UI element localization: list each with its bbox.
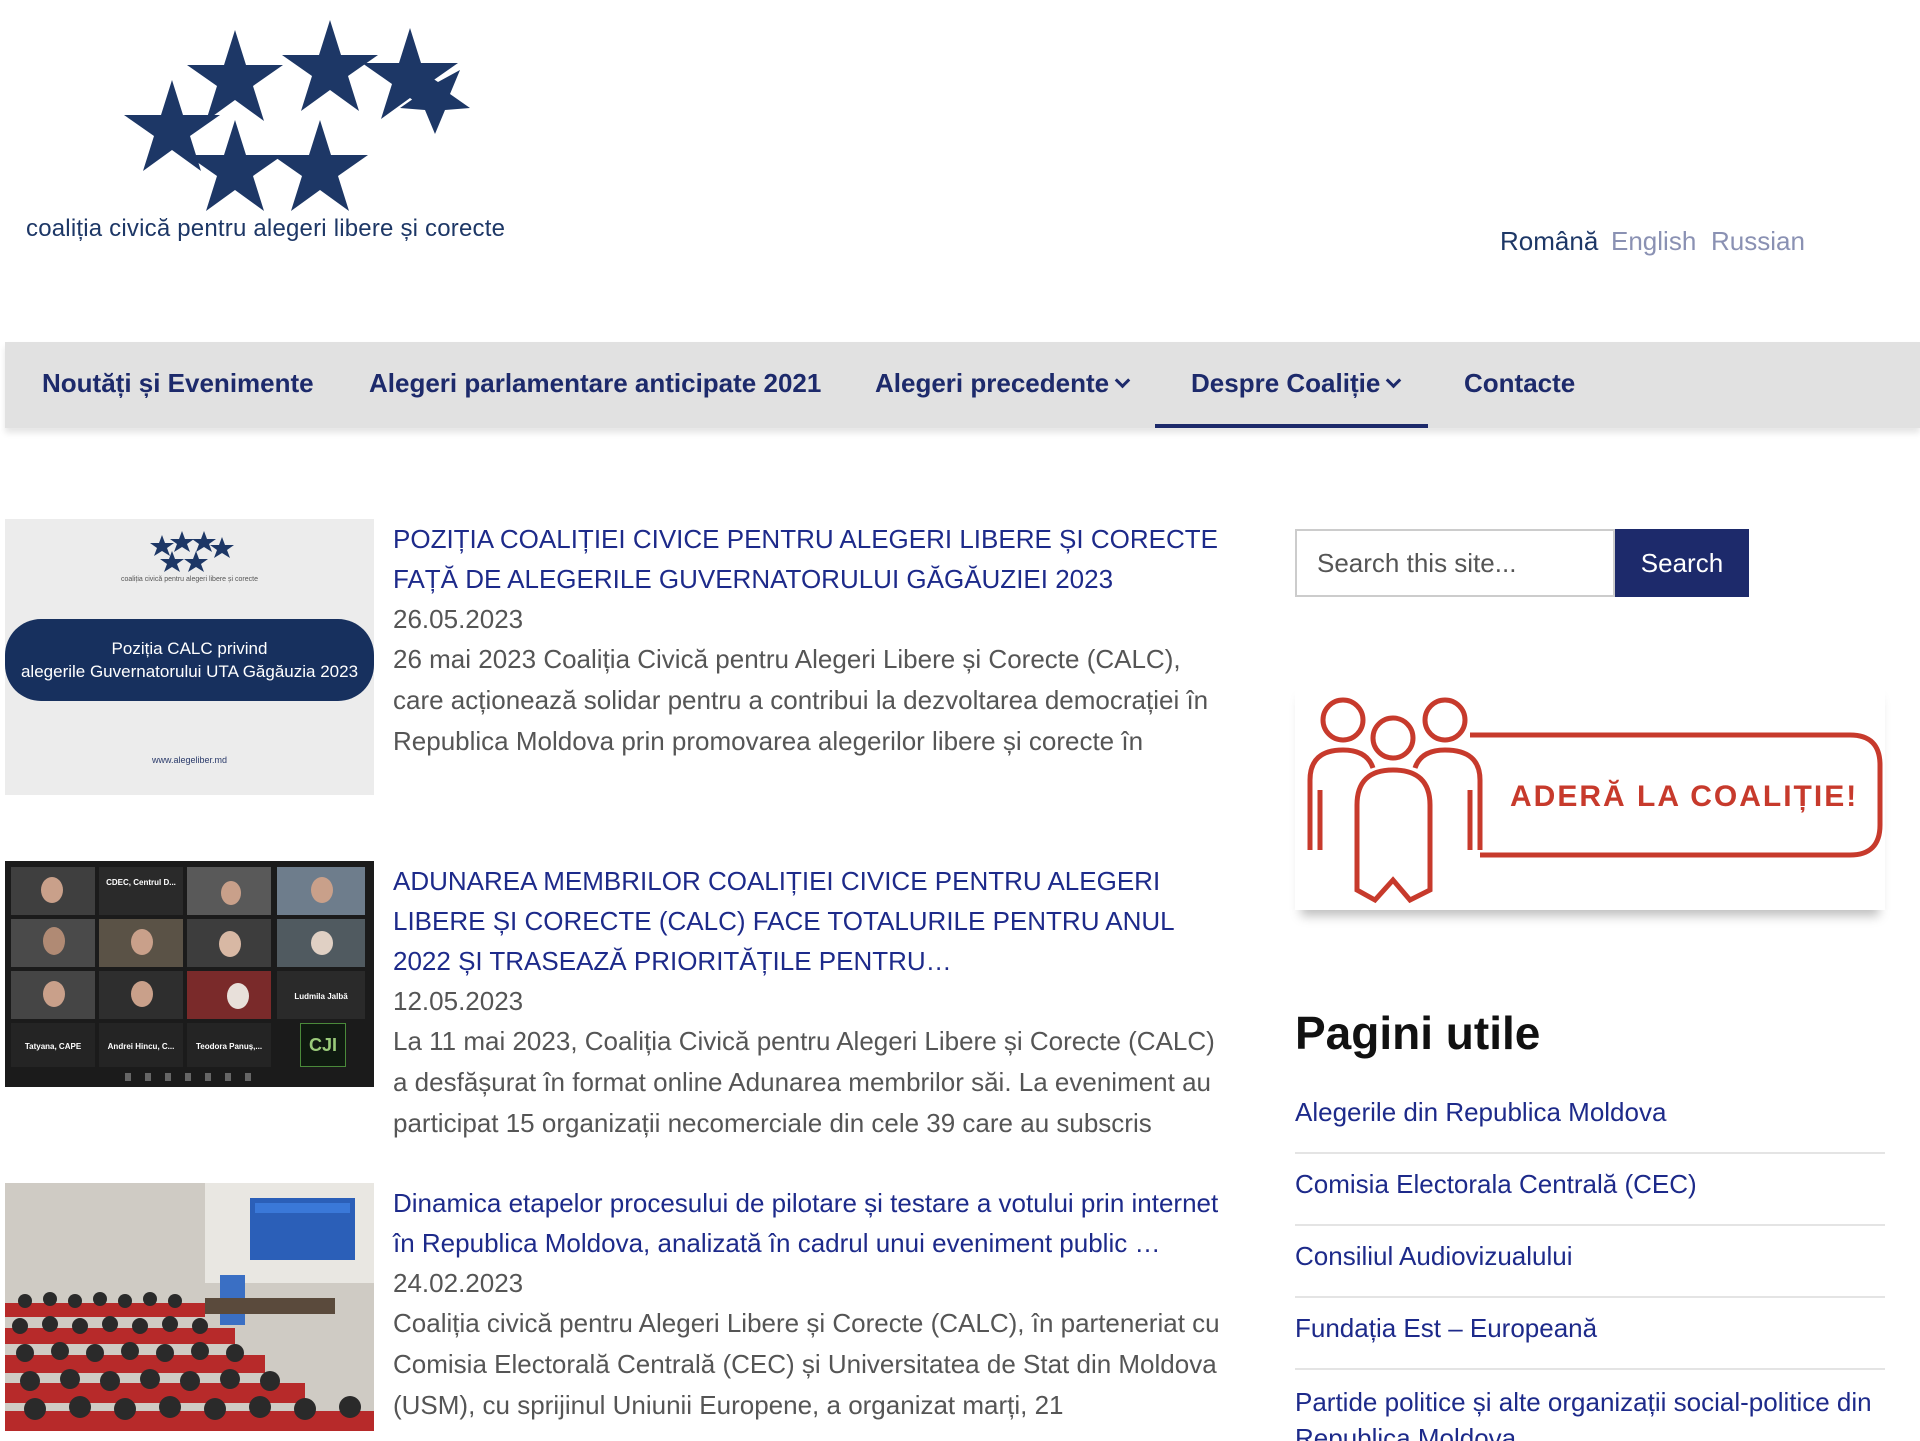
video-tile: Tatyana, CAPE — [11, 1023, 95, 1067]
chevron-down-icon — [1114, 372, 1131, 389]
thumb-url: www.alegeliber.md — [151, 755, 228, 765]
conference-hall-image — [5, 1183, 374, 1431]
article-body: Dinamica etapelor procesului de pilotare… — [393, 1183, 1233, 1426]
article-date: 12.05.2023 — [393, 986, 524, 1016]
video-tile — [277, 867, 365, 915]
nav-item-alegeri-2021[interactable]: Alegeri parlamentare anticipate 2021 — [369, 342, 821, 428]
video-tile — [99, 971, 183, 1019]
chevron-down-icon — [1386, 372, 1402, 389]
logo-tagline: coaliția civică pentru alegeri libere și… — [26, 215, 506, 242]
article-date: 24.02.2023 — [393, 1268, 524, 1298]
video-tile — [187, 919, 271, 967]
video-tile: Ludmila Jalbă — [277, 971, 365, 1019]
video-toolbar — [125, 1073, 265, 1081]
site-logo[interactable]: coaliția civică pentru alegeri libere și… — [20, 10, 560, 250]
article-excerpt: 26 mai 2023 Coaliția Civică pentru Alege… — [393, 644, 1209, 756]
video-tile — [99, 919, 183, 967]
stars-ring-logo-icon — [124, 20, 470, 211]
nav-item-noutati[interactable]: Noutăți și Evenimente — [42, 342, 314, 428]
nav-item-contacte[interactable]: Contacte — [1464, 342, 1575, 428]
useful-links-list: Alegerile din Republica Moldova Comisia … — [1295, 1082, 1885, 1441]
video-tile — [277, 919, 365, 967]
video-tile: CDEC, Centrul D... — [99, 867, 183, 915]
article-thumbnail[interactable]: coaliția civică pentru alegeri libere și… — [5, 519, 374, 795]
site-header: coaliția civică pentru alegeri libere și… — [0, 0, 1920, 340]
article-thumbnail[interactable]: CDEC, Centrul D... Ludmila Jalbă Tatyana… — [5, 861, 374, 1087]
article-body: Adunarea membrilor Coaliției Civice pent… — [393, 861, 1233, 1144]
lang-english-link[interactable]: English — [1611, 226, 1696, 257]
useful-link[interactable]: Comisia Electorala Centrală (CEC) — [1295, 1154, 1885, 1226]
article-date: 26.05.2023 — [393, 604, 524, 634]
join-coalition-banner[interactable]: ADERĂ LA COALIȚIE! — [1295, 680, 1885, 910]
article-excerpt: Coaliția civică pentru Alegeri Libere și… — [393, 1308, 1220, 1420]
nav-item-alegeri-precedente[interactable]: Alegeri precedente — [875, 342, 1131, 428]
lang-romana-link[interactable]: Română — [1500, 226, 1598, 257]
video-tile — [11, 919, 95, 967]
video-tile: Andrei Hincu, C... — [99, 1023, 183, 1067]
lang-russian-link[interactable]: Russian — [1711, 226, 1805, 257]
nav-item-despre-coalitie[interactable]: Despre Coaliție — [1155, 342, 1428, 428]
video-tile — [187, 971, 271, 1019]
video-tile — [11, 971, 95, 1019]
search-input[interactable]: Search this site... — [1295, 529, 1615, 597]
join-banner-text: ADERĂ LA COALIȚIE! — [1510, 780, 1859, 813]
video-tile — [187, 867, 271, 915]
article-title[interactable]: Dinamica etapelor procesului de pilotare… — [393, 1183, 1233, 1263]
thumb-caption: coaliția civică pentru alegeri libere și… — [121, 576, 258, 583]
article-excerpt: La 11 mai 2023, Coaliția Civică pentru A… — [393, 1026, 1215, 1138]
useful-link[interactable]: Alegerile din Republica Moldova — [1295, 1082, 1885, 1154]
video-tile: Teodora Panuș,... — [187, 1023, 271, 1067]
article-title[interactable]: Poziția Coaliției Civice pentru Alegeri … — [393, 519, 1233, 599]
cji-logo: CJI — [300, 1023, 346, 1067]
article-title[interactable]: Adunarea membrilor Coaliției Civice pent… — [393, 861, 1233, 981]
useful-link[interactable]: Fundația Est – Europeană — [1295, 1298, 1885, 1370]
article-thumbnail[interactable] — [5, 1183, 374, 1431]
article-body: Poziția Coaliției Civice pentru Alegeri … — [393, 519, 1233, 762]
main-nav: Noutăți și Evenimente Alegeri parlamenta… — [5, 342, 1920, 428]
useful-link[interactable]: Consiliul Audiovizualului — [1295, 1226, 1885, 1298]
useful-link[interactable]: Partide politice și alte organizații soc… — [1295, 1370, 1885, 1441]
widget-title-pagini-utile: Pagini utile — [1295, 1007, 1541, 1059]
search-button[interactable]: Search — [1615, 529, 1749, 597]
stars-logo-icon — [150, 531, 234, 572]
thumb-banner: Poziția CALC privind alegerile Guvernato… — [5, 619, 374, 701]
video-tile — [11, 867, 95, 915]
